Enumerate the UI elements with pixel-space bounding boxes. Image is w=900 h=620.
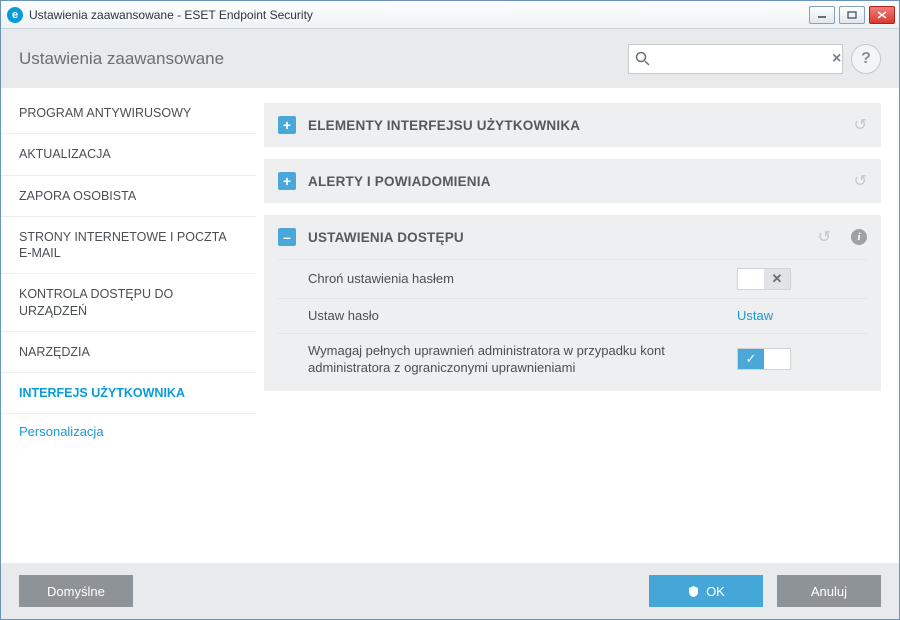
- minimize-icon: [817, 11, 827, 19]
- default-button-label: Domyślne: [47, 584, 105, 599]
- sidebar-item-label: PROGRAM ANTYWIRUSOWY: [19, 106, 191, 120]
- panel-header[interactable]: + ELEMENTY INTERFEJSU UŻYTKOWNIKA ↺: [264, 103, 881, 147]
- app-icon: e: [7, 7, 23, 23]
- setting-label: Wymagaj pełnych uprawnień administratora…: [308, 342, 737, 377]
- info-icon[interactable]: i: [851, 229, 867, 245]
- cancel-button[interactable]: Anuluj: [777, 575, 881, 607]
- reset-icon[interactable]: ↺: [818, 227, 831, 247]
- panel-title: ALERTY I POWIADOMIENIA: [308, 174, 842, 189]
- header-bar: Ustawienia zaawansowane × ?: [1, 29, 899, 89]
- window-title: Ustawienia zaawansowane - ESET Endpoint …: [29, 8, 809, 22]
- toggle-require-admin[interactable]: ✓: [737, 348, 791, 370]
- panel-ui-elements: + ELEMENTY INTERFEJSU UŻYTKOWNIKA ↺: [264, 103, 881, 147]
- set-password-link[interactable]: Ustaw: [737, 308, 773, 323]
- search-icon: [635, 51, 650, 66]
- sidebar-item-web-email[interactable]: STRONY INTERNETOWE I POCZTA E-MAIL: [1, 217, 256, 275]
- search-clear-icon[interactable]: ×: [832, 50, 841, 68]
- reset-icon[interactable]: ↺: [854, 115, 867, 135]
- maximize-icon: [847, 11, 857, 19]
- ok-button-label: OK: [706, 584, 725, 599]
- default-button[interactable]: Domyślne: [19, 575, 133, 607]
- panel-body: Chroń ustawienia hasłem ✕ Ustaw hasło Us…: [264, 259, 881, 391]
- panel-title: USTAWIENIA DOSTĘPU: [308, 230, 806, 245]
- sidebar-item-label: KONTROLA DOSTĘPU DO URZĄDZEŃ: [19, 287, 173, 317]
- close-icon: [877, 11, 887, 19]
- expand-icon: +: [278, 116, 296, 134]
- panel-header[interactable]: – USTAWIENIA DOSTĘPU ↺ i: [264, 215, 881, 259]
- page-title: Ustawienia zaawansowane: [19, 49, 224, 69]
- sidebar-sub-label: Personalizacja: [19, 424, 104, 439]
- sidebar-item-label: INTERFEJS UŻYTKOWNIKA: [19, 386, 185, 400]
- setting-label: Ustaw hasło: [308, 307, 737, 325]
- setting-row-set-password: Ustaw hasło Ustaw: [278, 298, 867, 333]
- panel-header[interactable]: + ALERTY I POWIADOMIENIA ↺: [264, 159, 881, 203]
- sidebar-item-update[interactable]: AKTUALIZACJA: [1, 134, 256, 175]
- panel-alerts: + ALERTY I POWIADOMIENIA ↺: [264, 159, 881, 203]
- setting-label: Chroń ustawienia hasłem: [308, 270, 737, 288]
- maximize-button[interactable]: [839, 6, 865, 24]
- sidebar-item-tools[interactable]: NARZĘDZIA: [1, 332, 256, 373]
- sidebar-item-ui[interactable]: INTERFEJS UŻYTKOWNIKA: [1, 373, 256, 414]
- collapse-icon: –: [278, 228, 296, 246]
- sidebar-item-label: ZAPORA OSOBISTA: [19, 189, 136, 203]
- search-input[interactable]: [656, 51, 832, 66]
- body: PROGRAM ANTYWIRUSOWY AKTUALIZACJA ZAPORA…: [1, 89, 899, 563]
- sidebar-item-firewall[interactable]: ZAPORA OSOBISTA: [1, 176, 256, 217]
- toggle-protect-password[interactable]: ✕: [737, 268, 791, 290]
- minimize-button[interactable]: [809, 6, 835, 24]
- sidebar-sub-personalization[interactable]: Personalizacja: [1, 414, 256, 449]
- setting-row-protect-password: Chroń ustawienia hasłem ✕: [278, 259, 867, 298]
- sidebar-item-device-control[interactable]: KONTROLA DOSTĘPU DO URZĄDZEŃ: [1, 274, 256, 332]
- reset-icon[interactable]: ↺: [854, 171, 867, 191]
- search-box[interactable]: ×: [628, 44, 843, 74]
- ok-button[interactable]: OK: [649, 575, 763, 607]
- sidebar-item-antivirus[interactable]: PROGRAM ANTYWIRUSOWY: [1, 93, 256, 134]
- panel-title: ELEMENTY INTERFEJSU UŻYTKOWNIKA: [308, 118, 842, 133]
- shield-icon: [687, 585, 700, 598]
- expand-icon: +: [278, 172, 296, 190]
- titlebar: e Ustawienia zaawansowane - ESET Endpoin…: [1, 1, 899, 29]
- close-button[interactable]: [869, 6, 895, 24]
- help-button[interactable]: ?: [851, 44, 881, 74]
- sidebar-item-label: STRONY INTERNETOWE I POCZTA E-MAIL: [19, 230, 226, 260]
- window-controls: [809, 6, 895, 24]
- search-wrap: × ?: [628, 44, 881, 74]
- toggle-on-icon: ✓: [738, 349, 764, 369]
- sidebar-item-label: AKTUALIZACJA: [19, 147, 111, 161]
- toggle-off-icon: ✕: [764, 269, 790, 289]
- panel-access-settings: – USTAWIENIA DOSTĘPU ↺ i Chroń ustawieni…: [264, 215, 881, 391]
- cancel-button-label: Anuluj: [811, 584, 847, 599]
- sidebar-item-label: NARZĘDZIA: [19, 345, 90, 359]
- setting-row-require-admin: Wymagaj pełnych uprawnień administratora…: [278, 333, 867, 385]
- app-window: e Ustawienia zaawansowane - ESET Endpoin…: [0, 0, 900, 620]
- content: + ELEMENTY INTERFEJSU UŻYTKOWNIKA ↺ + AL…: [256, 89, 899, 563]
- footer: Domyślne OK Anuluj: [1, 563, 899, 619]
- sidebar: PROGRAM ANTYWIRUSOWY AKTUALIZACJA ZAPORA…: [1, 89, 256, 563]
